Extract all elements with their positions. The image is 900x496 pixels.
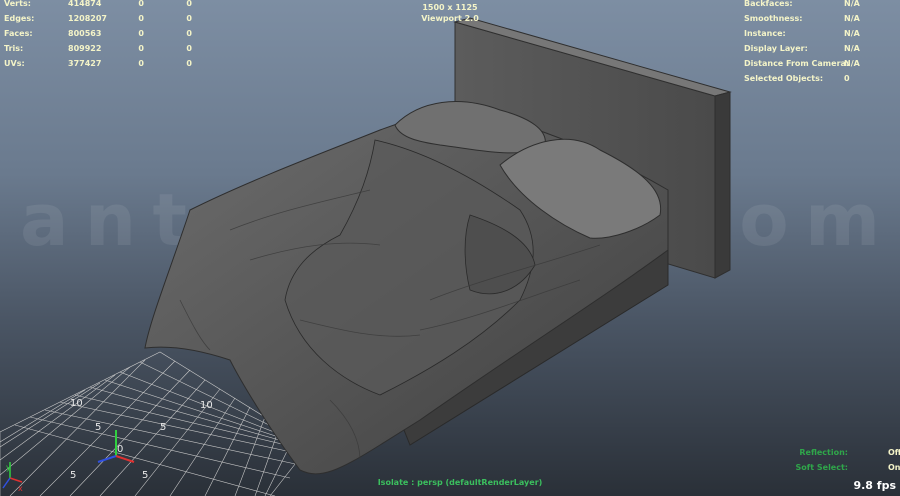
fps-counter: 9.8 fps [853,479,896,492]
stat-row-faces: Faces: 800563 0 0 [4,29,192,38]
viewport-header: 1500 x 1125 Viewport 2.0 [380,2,520,24]
reflection-status: Reflection: Off [799,448,900,457]
isolate-status: Isolate : persp (defaultRenderLayer) [377,478,543,487]
svg-text:x: x [18,484,23,493]
svg-text:y: y [6,463,11,472]
svg-text:5: 5 [160,422,166,433]
stat-row-tris: Tris: 809922 0 0 [4,44,192,53]
svg-text:10: 10 [200,400,213,411]
viewport-toggles: Reflection: Off Soft Select: On [776,448,900,478]
poly-count-hud: Verts: 414874 0 0 Edges: 1208207 0 0 Fac… [4,0,204,71]
svg-text:5: 5 [142,470,148,481]
viewport-renderer-name: Viewport 2.0 [421,14,479,23]
viewport-resolution: 1500 x 1125 [422,3,478,12]
stat-row-edges: Edges: 1208207 0 0 [4,14,192,23]
svg-text:10: 10 [70,398,83,409]
svg-text:5: 5 [70,470,76,481]
info-row-smoothness: Smoothness: N/A [744,14,860,23]
svg-text:0: 0 [117,444,123,455]
info-row-backfaces: Backfaces: N/A [744,0,860,8]
info-row-distance: Distance From Camera: N/A [744,59,860,68]
svg-text:5: 5 [95,422,101,433]
object-info-hud: Backfaces: N/A Smoothness: N/A Instance:… [744,0,894,86]
stat-row-uvs: UVs: 377427 0 0 [4,59,192,68]
bed-model[interactable] [144,17,732,475]
stat-row-verts: Verts: 414874 0 0 [4,0,192,8]
info-row-display-layer: Display Layer: N/A [744,44,860,53]
info-row-instance: Instance: N/A [744,29,860,38]
corner-axis-gizmo: y x [2,462,23,493]
info-row-selected-objects: Selected Objects: 0 [744,74,850,83]
soft-select-status: Soft Select: On [795,463,900,472]
